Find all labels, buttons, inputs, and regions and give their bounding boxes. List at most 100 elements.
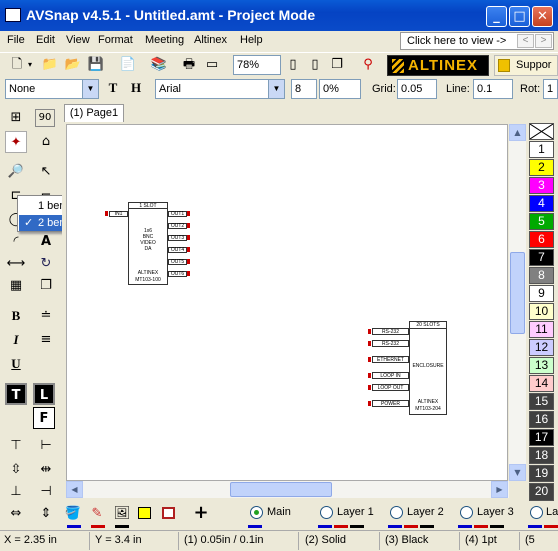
color-swatch-2[interactable]: 2: [529, 159, 554, 176]
layer-1-radio[interactable]: [320, 506, 333, 519]
library-icon[interactable]: 📚: [148, 54, 170, 76]
line-color-icon[interactable]: ✎: [86, 503, 108, 525]
vertical-scrollbar[interactable]: ▲ ▼: [509, 124, 526, 481]
refresh-icon[interactable]: ↻: [35, 253, 57, 275]
percent-field[interactable]: 0%: [319, 79, 361, 99]
text-tool-button[interactable]: A: [35, 231, 57, 253]
no-color-swatch[interactable]: [529, 123, 554, 140]
ticker-next-icon[interactable]: >: [535, 34, 552, 48]
port-loop-out[interactable]: LOOP OUT: [372, 384, 409, 391]
scroll-down-icon[interactable]: ▼: [509, 464, 526, 481]
scroll-right-icon[interactable]: ▶: [491, 481, 508, 498]
altinex-logo[interactable]: ALTINEX: [387, 55, 489, 76]
layer-main-radio[interactable]: [250, 506, 263, 519]
vertical-scroll-thumb[interactable]: [510, 252, 525, 334]
align-right-icon[interactable]: ⊣: [35, 481, 57, 503]
page-view-icon[interactable]: ▯: [282, 54, 304, 76]
tab-page1[interactable]: (1) Page1: [64, 104, 124, 122]
device-mt103-204[interactable]: 20 SLOTS ENCLOSURE ALTINEX MT103-204: [409, 321, 447, 415]
color-swatch-9[interactable]: 9: [529, 285, 554, 302]
news-ticker[interactable]: Click here to view -> < >: [400, 32, 554, 50]
pin-icon[interactable]: ⚲: [357, 54, 379, 76]
align-middle-icon[interactable]: ⇳: [5, 459, 27, 481]
line-style-select[interactable]: None ▼: [5, 79, 99, 99]
text-t-style-button[interactable]: T: [5, 383, 27, 405]
picture-icon[interactable]: 🖼: [111, 503, 133, 525]
text-f-style-button[interactable]: F: [33, 407, 55, 429]
port-power[interactable]: POWER: [372, 400, 409, 407]
dimension-icon[interactable]: ⟷: [5, 253, 27, 275]
font-size-field[interactable]: 8: [291, 79, 317, 99]
italic-button[interactable]: I: [5, 329, 27, 351]
border-color-swatch[interactable]: [162, 507, 175, 519]
layer-3-radio[interactable]: [460, 506, 473, 519]
port-out6[interactable]: OUT6: [168, 271, 187, 277]
text-h-button[interactable]: H: [126, 77, 146, 99]
device-mt103-100[interactable]: 1 SLOT 1x6 BNC VIDEO DA ALTINEX MT103-10…: [128, 202, 168, 285]
port-loop-in[interactable]: LOOP IN: [372, 372, 409, 379]
color-swatch-18[interactable]: 18: [529, 447, 554, 464]
font-select[interactable]: Arial ▼: [155, 79, 285, 99]
color-swatch-6[interactable]: 6: [529, 231, 554, 248]
new-doc-icon[interactable]: 🗋: [6, 54, 28, 76]
fill-color-swatch[interactable]: [138, 507, 151, 519]
port-out5[interactable]: OUT5: [168, 259, 187, 265]
new-dropdown-icon[interactable]: ▾: [28, 60, 32, 69]
port-out2[interactable]: OUT2: [168, 223, 187, 229]
align-bottom-icon[interactable]: ⊥: [5, 481, 27, 503]
port-out1[interactable]: OUT1: [168, 211, 187, 217]
color-swatch-13[interactable]: 13: [529, 357, 554, 374]
text-t-button[interactable]: T: [103, 77, 123, 99]
color-swatch-7[interactable]: 7: [529, 249, 554, 266]
layer-2-radio[interactable]: [390, 506, 403, 519]
color-swatch-12[interactable]: 12: [529, 339, 554, 356]
port-out4[interactable]: OUT4: [168, 247, 187, 253]
horizontal-scrollbar[interactable]: ◀ ▶: [66, 481, 509, 498]
arc-icon[interactable]: ◜: [5, 231, 27, 253]
color-swatch-5[interactable]: 5: [529, 213, 554, 230]
port-rs232-1[interactable]: RS-232: [372, 328, 409, 335]
port-out3[interactable]: OUT3: [168, 235, 187, 241]
grid-field[interactable]: 0.05: [397, 79, 437, 99]
menu-file[interactable]: File: [7, 34, 25, 46]
color-swatch-19[interactable]: 19: [529, 465, 554, 482]
port-ethernet[interactable]: ETHERNET: [372, 356, 409, 363]
table-icon[interactable]: ▦: [5, 275, 27, 297]
zoom-icon[interactable]: 🔎: [5, 161, 27, 183]
pages-icon[interactable]: ❐: [326, 54, 348, 76]
group-icon[interactable]: ❐: [35, 275, 57, 297]
align-top-icon[interactable]: ⊤: [5, 435, 27, 457]
color-swatch-1[interactable]: 1: [529, 141, 554, 158]
ticker-prev-icon[interactable]: <: [517, 34, 534, 48]
distribute-width-icon[interactable]: ⇔: [5, 503, 27, 525]
color-swatch-10[interactable]: 10: [529, 303, 554, 320]
color-swatch-16[interactable]: 16: [529, 411, 554, 428]
scroll-up-icon[interactable]: ▲: [509, 124, 526, 141]
new-page-icon[interactable]: 📄: [117, 54, 139, 76]
save-icon[interactable]: 💾: [85, 54, 107, 76]
port-in1[interactable]: IN1: [109, 211, 128, 217]
distribute-height-icon[interactable]: ⇕: [35, 503, 57, 525]
align-center-h-icon[interactable]: ⇹: [35, 459, 57, 481]
color-swatch-20[interactable]: 20: [529, 483, 554, 501]
drawing-canvas[interactable]: 1 SLOT 1x6 BNC VIDEO DA ALTINEX MT103-10…: [66, 124, 508, 481]
color-swatch-11[interactable]: 11: [529, 321, 554, 338]
snap-point-icon[interactable]: ✦: [5, 131, 27, 153]
zoom-field[interactable]: 78%: [233, 55, 281, 75]
justify-icon[interactable]: ≡: [35, 329, 57, 351]
menu-meeting[interactable]: Meeting: [145, 34, 184, 46]
align-center-icon[interactable]: ≐: [35, 305, 57, 327]
node-icon[interactable]: ⌂: [35, 131, 57, 153]
menu-help[interactable]: Help: [240, 34, 263, 46]
grid-icon[interactable]: ⊞: [5, 107, 27, 129]
open-folder-icon[interactable]: 📂: [62, 54, 84, 76]
color-swatch-14[interactable]: 14: [529, 375, 554, 392]
align-left-icon[interactable]: ⊢: [35, 435, 57, 457]
color-swatch-8[interactable]: 8: [529, 267, 554, 284]
underline-button[interactable]: U: [5, 353, 27, 375]
rot-field[interactable]: 1: [543, 79, 558, 99]
horizontal-scroll-thumb[interactable]: [230, 482, 332, 497]
new-folder-icon[interactable]: 📁: [39, 54, 61, 76]
color-swatch-3[interactable]: 3: [529, 177, 554, 194]
menu-altinex[interactable]: Altinex: [194, 34, 227, 46]
